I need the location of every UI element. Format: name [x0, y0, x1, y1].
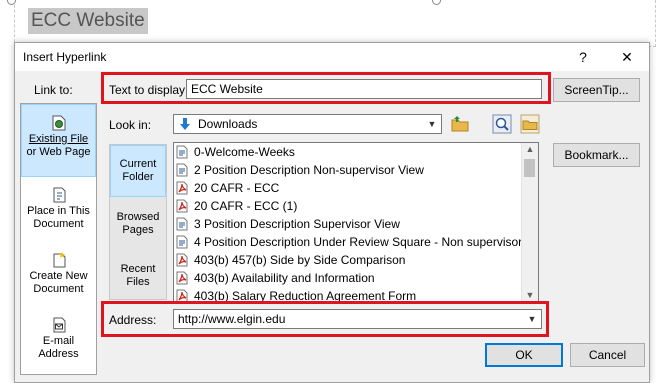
chevron-down-icon: ▼ [527, 314, 537, 324]
file-list-item[interactable]: 0-Welcome-Weeks [176, 143, 295, 161]
vertical-scrollbar[interactable]: ▲ ▼ [521, 143, 538, 301]
link-to-create-line1: Create New [29, 270, 88, 282]
text-to-display-input[interactable]: ECC Website [186, 79, 542, 99]
document-file-icon [176, 217, 188, 231]
chevron-down-icon: ▼ [427, 119, 437, 129]
file-name: 3 Position Description Supervisor View [194, 217, 400, 231]
link-to-email-line2: Address [38, 348, 79, 360]
help-button[interactable]: ? [568, 46, 598, 68]
link-to-place-in-document[interactable]: Place in This Document [21, 179, 96, 239]
file-list-item[interactable]: 403(b) Availability and Information [176, 269, 375, 287]
browse-file-button[interactable] [519, 113, 541, 135]
address-input[interactable]: http://www.elgin.edu ▼ [173, 309, 542, 329]
document-heading: ECC Website [28, 8, 148, 34]
globe-file-icon [52, 115, 65, 131]
link-to-panel: Existing File or Web Page Place in This … [20, 103, 97, 375]
scroll-down-icon[interactable]: ▼ [522, 290, 538, 300]
mail-icon [53, 317, 65, 333]
nav-browsed-line1: Browsed [116, 211, 160, 223]
nav-browsed-line2: Pages [122, 224, 154, 236]
look-in-value: Downloads [198, 117, 258, 131]
file-name: 403(b) 457(b) Side by Side Comparison [194, 253, 406, 267]
link-to-place-line2: Document [33, 218, 84, 230]
file-name: 2 Position Description Non-supervisor Vi… [194, 163, 424, 177]
nav-current-folder[interactable]: Current Folder [110, 145, 166, 197]
file-list-item[interactable]: 2 Position Description Non-supervisor Vi… [176, 161, 424, 179]
title-bar: Insert Hyperlink ? ✕ [15, 43, 649, 71]
link-to-label: Link to: [34, 83, 73, 97]
nav-current-line2: Folder [122, 171, 154, 183]
link-to-create-line2: Document [33, 283, 84, 295]
pdf-file-icon [176, 181, 188, 195]
browse-web-button[interactable] [491, 113, 513, 135]
look-in-label: Look in: [109, 118, 152, 132]
up-folder-icon [451, 116, 469, 132]
bookmark-button[interactable]: Bookmark... [553, 143, 640, 167]
nav-current-line1: Current [119, 158, 157, 170]
dialog-title: Insert Hyperlink [23, 50, 107, 64]
ok-button[interactable]: OK [485, 343, 563, 367]
new-doc-icon [53, 252, 65, 268]
nav-recent-line2: Files [126, 276, 150, 288]
document-file-icon [176, 163, 188, 177]
address-value: http://www.elgin.edu [178, 312, 286, 326]
file-list-item[interactable]: 20 CAFR - ECC [176, 179, 279, 197]
file-list[interactable]: 0-Welcome-Weeks 2 Position Description No… [173, 142, 539, 302]
browse-nav: Current Folder Browsed Pages Recent File… [109, 144, 167, 300]
file-name: 20 CAFR - ECC (1) [194, 199, 298, 213]
link-to-existing-file-line2: or Web Page [26, 146, 91, 158]
browse-web-icon [492, 114, 512, 134]
nav-browsed-pages[interactable]: Browsed Pages [110, 197, 166, 249]
file-list-item[interactable]: 403(b) Salary Reduction Agreement Form [176, 287, 416, 301]
link-to-create-new[interactable]: Create New Document [21, 244, 96, 304]
up-folder-button[interactable] [449, 113, 471, 135]
file-list-item[interactable]: 20 CAFR - ECC (1) [176, 197, 297, 215]
file-list-item[interactable]: 403(b) 457(b) Side by Side Comparison [176, 251, 405, 269]
insert-hyperlink-dialog: Insert Hyperlink ? ✕ Link to: Existing F… [14, 42, 650, 383]
file-name: 0-Welcome-Weeks [194, 145, 295, 159]
document-file-icon [176, 145, 188, 159]
pdf-file-icon [176, 253, 188, 267]
file-name: 403(b) Availability and Information [194, 271, 375, 285]
cancel-button[interactable]: Cancel [570, 343, 645, 367]
text-to-display-label: Text to display: [109, 83, 189, 97]
link-to-existing-file-line1: Existing File [28, 133, 89, 145]
nav-recent-files[interactable]: Recent Files [110, 249, 166, 299]
address-label: Address: [109, 313, 157, 327]
link-to-place-line1: Place in This [27, 205, 90, 217]
file-name: 20 CAFR - ECC [194, 181, 280, 195]
document-file-icon [176, 235, 188, 249]
link-to-email[interactable]: E-mail Address [21, 309, 96, 373]
close-button[interactable]: ✕ [612, 46, 642, 68]
file-list-item[interactable]: 3 Position Description Supervisor View [176, 215, 400, 233]
pdf-file-icon [176, 199, 188, 213]
scroll-thumb[interactable] [524, 159, 535, 177]
screentip-button[interactable]: ScreenTip... [553, 78, 640, 102]
file-list-item[interactable]: 4 Position Description Under Review Squa… [176, 233, 539, 251]
open-folder-icon [520, 114, 540, 134]
file-name: 4 Position Description Under Review Squa… [194, 235, 539, 249]
nav-recent-line1: Recent [120, 263, 156, 275]
link-to-email-line1: E-mail [42, 335, 75, 347]
look-in-select[interactable]: Downloads ▼ [173, 114, 442, 134]
bookmark-doc-icon [53, 187, 65, 203]
download-arrow-icon [180, 118, 190, 130]
pdf-file-icon [176, 271, 188, 285]
scroll-up-icon[interactable]: ▲ [522, 144, 538, 154]
link-to-existing-file[interactable]: Existing File or Web Page [21, 104, 96, 177]
